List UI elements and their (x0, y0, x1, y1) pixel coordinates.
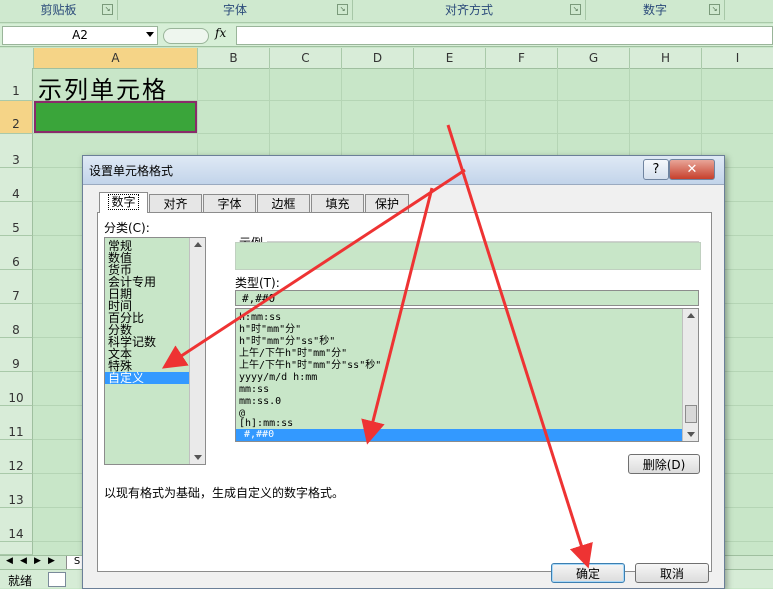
name-box[interactable]: A2 (2, 26, 158, 45)
column-header[interactable]: B (198, 48, 270, 68)
status-ready: 就绪 (8, 574, 33, 588)
tab-scroll-next-icon[interactable]: ▶ (34, 556, 41, 566)
scroll-down-icon[interactable] (687, 432, 695, 437)
list-item[interactable]: h"时"mm"分" (239, 324, 301, 336)
list-item[interactable]: h:mm:ss (239, 312, 281, 324)
row-header[interactable]: 6 (0, 236, 33, 270)
name-box-dropdown-icon[interactable] (146, 32, 154, 37)
ok-button[interactable]: 确定 (551, 563, 625, 583)
ribbon-group-label: 对齐方式 (444, 3, 493, 17)
dialog-launcher-icon[interactable]: ↘ (709, 4, 720, 15)
scroll-up-icon[interactable] (687, 313, 695, 318)
scroll-down-icon[interactable] (194, 455, 202, 460)
ribbon-group-number: 数字 ↘ (586, 0, 725, 20)
tab-font[interactable]: 字体 (203, 194, 256, 212)
column-header[interactable]: H (630, 48, 702, 68)
row-header[interactable]: 4 (0, 168, 33, 202)
row-header[interactable]: 11 (0, 406, 33, 440)
list-item-selected[interactable]: 自定义 (105, 372, 192, 384)
tab-scroll-first-icon[interactable]: ◀ (6, 556, 13, 566)
row-header[interactable]: 10 (0, 372, 33, 406)
column-header[interactable]: D (342, 48, 414, 68)
ribbon-group-label: 字体 (222, 3, 247, 17)
ribbon-group-bar: 剪贴板 ↘ 字体 ↘ 对齐方式 ↘ 数字 ↘ (0, 0, 773, 23)
formula-input[interactable] (236, 26, 773, 45)
column-header[interactable]: A (34, 48, 198, 68)
dialog-launcher-icon[interactable]: ↘ (102, 4, 113, 15)
format-scrollbar[interactable] (682, 309, 698, 441)
category-scrollbar[interactable] (189, 238, 205, 464)
type-input[interactable]: #,##0 (235, 290, 699, 306)
format-list[interactable]: h:mm:ss h"时"mm"分" h"时"mm"分"ss"秒" 上午/下午h"… (235, 308, 699, 442)
insert-function-icon[interactable]: fx (215, 26, 226, 40)
ribbon-group-clipboard: 剪贴板 ↘ (0, 0, 118, 20)
row-header[interactable] (0, 542, 33, 555)
close-button[interactable]: ✕ (669, 159, 715, 180)
dialog-title: 设置单元格格式 (89, 164, 174, 178)
scroll-up-icon[interactable] (194, 242, 202, 247)
row-header[interactable]: 14 (0, 508, 33, 542)
baidu-watermark: Bai 经验 (600, 521, 691, 546)
row-header[interactable]: 1 (0, 68, 33, 101)
type-label: 类型(T): (235, 276, 280, 290)
column-header[interactable]: F (486, 48, 558, 68)
dialog-launcher-icon[interactable]: ↘ (570, 4, 581, 15)
cancel-button[interactable]: 取消 (635, 563, 709, 583)
column-header[interactable]: E (414, 48, 486, 68)
column-header[interactable]: I (702, 48, 773, 68)
list-item[interactable]: h"时"mm"分"ss"秒" (239, 336, 335, 348)
select-all-corner[interactable] (0, 48, 34, 68)
ribbon-group-alignment: 对齐方式 ↘ (353, 0, 586, 20)
formula-bar: A2 fx (0, 24, 773, 47)
macro-record-icon[interactable] (48, 572, 66, 587)
tab-border[interactable]: 边框 (257, 194, 310, 212)
row-header[interactable]: 3 (0, 134, 33, 168)
tab-scroll-prev-icon[interactable]: ◀ (20, 556, 27, 566)
list-item[interactable]: yyyy/m/d h:mm (239, 372, 317, 384)
dialog-titlebar[interactable]: 设置单元格格式 ? ✕ (83, 156, 724, 185)
row-header[interactable]: 7 (0, 270, 33, 304)
tab-protection[interactable]: 保护 (365, 194, 409, 212)
list-item-selected[interactable]: #,##0 (236, 429, 684, 441)
column-header[interactable]: G (558, 48, 630, 68)
row-header[interactable]: 9 (0, 338, 33, 372)
category-list[interactable]: 常规 数值 货币 会计专用 日期 时间 百分比 分数 科学记数 文本 特殊 自定… (104, 237, 206, 465)
category-label: 分类(C): (104, 221, 150, 235)
row-header[interactable]: 2 (0, 101, 33, 134)
row-header[interactable]: 12 (0, 440, 33, 474)
ribbon-group-label: 数字 (642, 3, 667, 17)
column-headers: A B C D E F G H I (0, 48, 773, 69)
ribbon-group-label: 剪贴板 (40, 3, 77, 17)
tab-number[interactable]: 数字 (99, 192, 148, 213)
list-item[interactable]: 上午/下午h"时"mm"分"ss"秒" (239, 360, 381, 372)
gridline (33, 133, 773, 134)
sample-preview (235, 242, 701, 270)
tab-scroll-last-icon[interactable]: ▶ (48, 556, 55, 566)
list-item[interactable]: 上午/下午h"时"mm"分" (239, 348, 347, 360)
tab-alignment[interactable]: 对齐 (149, 194, 202, 212)
cell-a2-selected[interactable] (34, 101, 197, 133)
ribbon-group-font: 字体 ↘ (118, 0, 353, 20)
list-item[interactable]: mm:ss (239, 384, 269, 396)
cell-a1[interactable]: 示列单元格 (38, 70, 168, 105)
tab-label: 数字 (108, 194, 139, 210)
row-header[interactable]: 5 (0, 202, 33, 236)
scroll-thumb[interactable] (685, 405, 697, 423)
delete-button[interactable]: 删除(D) (628, 454, 700, 474)
column-header[interactable]: C (270, 48, 342, 68)
row-header[interactable]: 13 (0, 474, 33, 508)
help-button[interactable]: ? (643, 159, 669, 180)
tab-fill[interactable]: 填充 (311, 194, 364, 212)
list-item[interactable]: mm:ss.0 (239, 396, 281, 408)
row-header[interactable]: 8 (0, 304, 33, 338)
dialog-launcher-icon[interactable]: ↘ (337, 4, 348, 15)
formula-bar-grip[interactable] (163, 28, 209, 44)
format-description: 以现有格式为基础，生成自定义的数字格式。 (104, 486, 345, 500)
